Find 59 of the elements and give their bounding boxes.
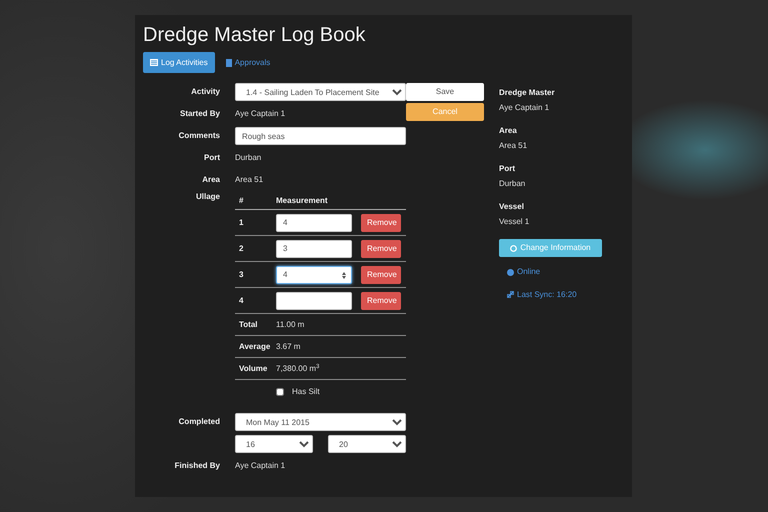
page-title: Dredge Master Log Book bbox=[143, 23, 366, 47]
tab[interactable]: Log Activities bbox=[143, 52, 215, 73]
measurement-field[interactable] bbox=[276, 292, 352, 310]
column-header: Measurement bbox=[276, 196, 328, 206]
row-number: 4 bbox=[239, 296, 244, 305]
remove-button[interactable]: Remove bbox=[361, 240, 401, 258]
field-label: Area bbox=[201, 175, 220, 185]
comments-field[interactable]: Rough seas bbox=[235, 127, 406, 145]
info-label: Area bbox=[499, 125, 518, 137]
hour-select[interactable]: 16 bbox=[235, 435, 313, 453]
field-value: Aye Captain 1 bbox=[235, 109, 286, 118]
link-icon bbox=[507, 291, 514, 298]
tab[interactable]: Approvals bbox=[218, 52, 278, 73]
measurement-field[interactable]: 4 bbox=[276, 266, 352, 284]
field-label: Activity bbox=[190, 87, 220, 97]
field-value: Aye Captain 1 bbox=[235, 461, 286, 470]
info-value: Vessel 1 bbox=[499, 216, 530, 228]
info-value: Aye Captain 1 bbox=[499, 102, 550, 114]
remove-button[interactable]: Remove bbox=[361, 292, 401, 310]
field-value: Durban bbox=[235, 153, 262, 162]
summary-label: Average bbox=[239, 342, 270, 351]
summary-value: 7,380.00 m$^{3}$ bbox=[276, 364, 320, 374]
field-label: Started By bbox=[178, 109, 220, 119]
status-link[interactable]: Online bbox=[507, 266, 540, 278]
info-label: Port bbox=[499, 163, 516, 175]
circle-icon bbox=[510, 244, 518, 252]
field-label: Ullage bbox=[194, 192, 220, 202]
field-label: Finished By bbox=[174, 461, 220, 471]
row-number: 3 bbox=[239, 270, 244, 279]
list-icon bbox=[150, 59, 158, 66]
row-number: 1 bbox=[239, 218, 244, 227]
summary-value: 11.00 m bbox=[276, 320, 304, 330]
field-label: Comments bbox=[178, 131, 220, 141]
summary-label: Total bbox=[239, 320, 258, 329]
field-label: Port bbox=[203, 153, 220, 163]
info-value: Area 51 bbox=[499, 140, 528, 152]
measurement-field[interactable]: 3 bbox=[276, 240, 352, 258]
field-label: Completed bbox=[178, 417, 220, 427]
remove-button[interactable]: Remove bbox=[361, 214, 401, 232]
book-icon bbox=[226, 58, 232, 66]
minute-select[interactable]: 20 bbox=[328, 435, 406, 453]
row-number: 2 bbox=[239, 244, 244, 253]
summary-label: Volume bbox=[239, 364, 268, 373]
measurement-field[interactable]: 4 bbox=[276, 214, 352, 232]
remove-button[interactable]: Remove bbox=[361, 266, 401, 284]
summary-value: 3.67 m bbox=[276, 342, 300, 352]
info-label: Dredge Master bbox=[499, 87, 556, 99]
spinner-icon[interactable] bbox=[342, 272, 346, 278]
column-header: # bbox=[239, 196, 244, 205]
status-link[interactable]: Last Sync: 16:20 bbox=[507, 288, 577, 300]
activity-select[interactable]: 1.4 - Sailing Laden To Placement Site bbox=[235, 83, 406, 101]
save-button[interactable]: Save bbox=[406, 83, 484, 101]
info-label: Vessel bbox=[499, 201, 525, 213]
checkbox[interactable] bbox=[276, 388, 284, 396]
checkbox-label: Has Silt bbox=[292, 387, 320, 397]
info-value: Durban bbox=[499, 178, 526, 190]
date-select[interactable]: Mon May 11 2015 bbox=[235, 413, 406, 431]
field-value: Area 51 bbox=[235, 175, 264, 184]
globe-icon bbox=[507, 268, 514, 276]
